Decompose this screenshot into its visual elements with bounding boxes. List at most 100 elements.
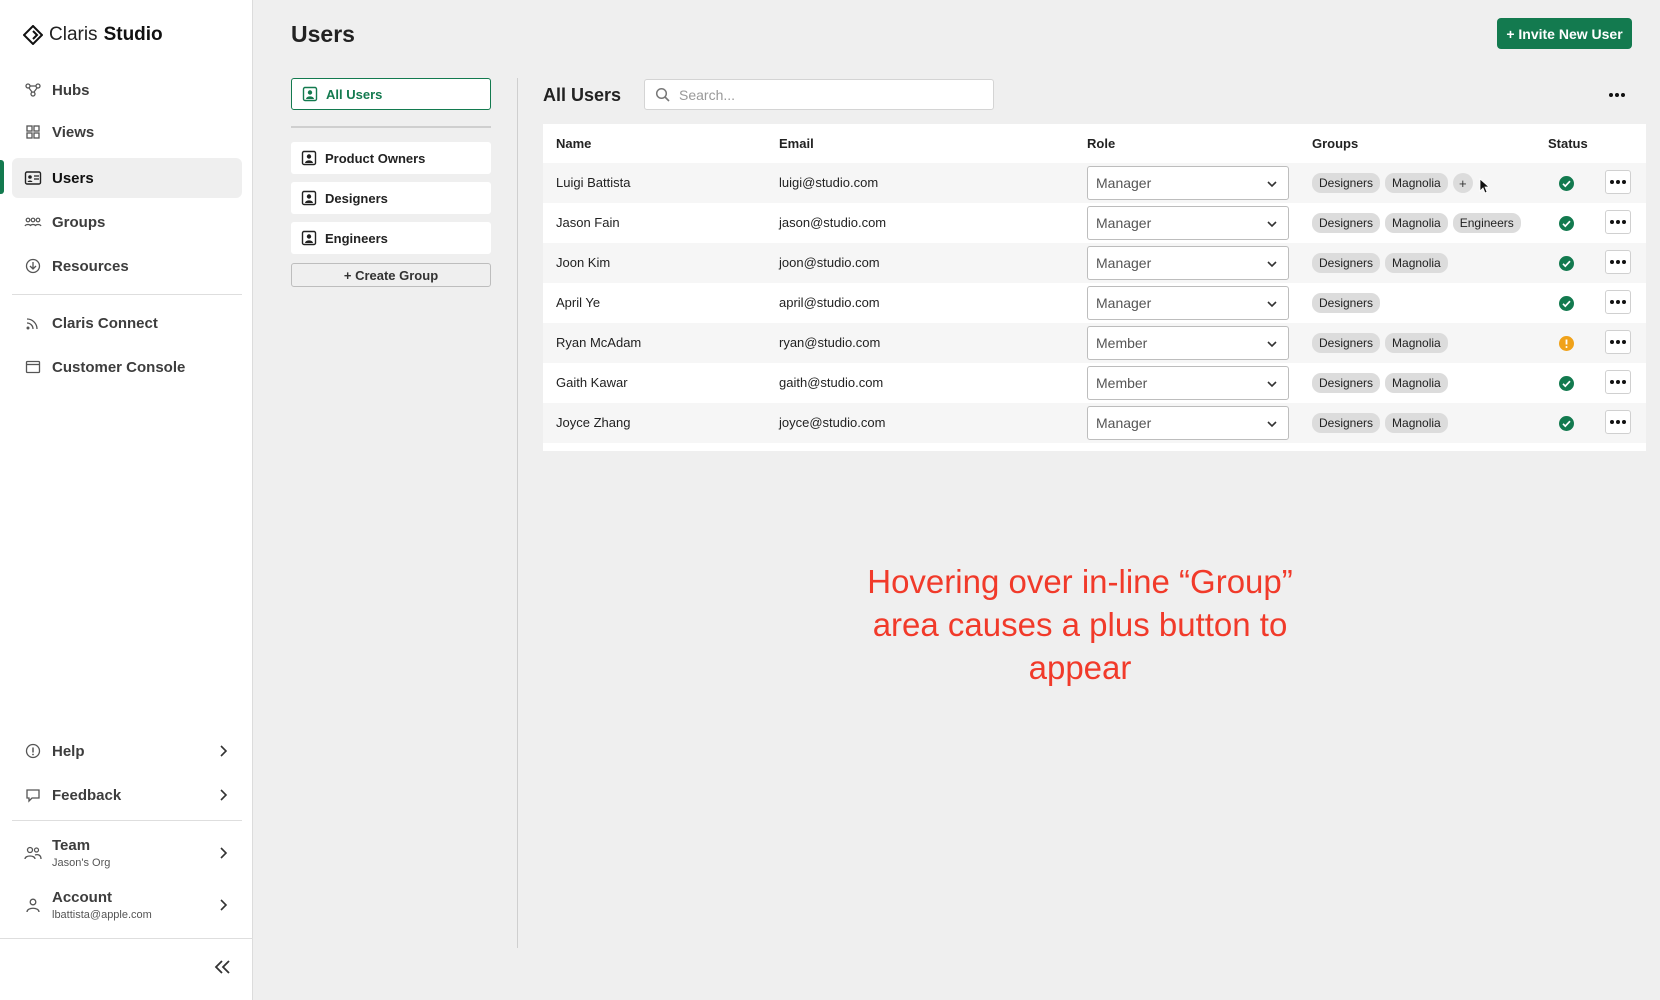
group-tags[interactable]: Designers Magnolia + bbox=[1312, 173, 1473, 193]
sidebar-item-views[interactable]: Views bbox=[12, 112, 242, 152]
group-tags[interactable]: Designers Magnolia bbox=[1312, 253, 1448, 273]
group-item-product-owners[interactable]: Product Owners bbox=[291, 142, 491, 174]
sidebar: Claris Studio Hubs Views Users Groups Res… bbox=[0, 0, 253, 1000]
group-tag[interactable]: Designers bbox=[1312, 413, 1381, 433]
column-header-groups[interactable]: Groups bbox=[1312, 136, 1358, 151]
row-more-button[interactable] bbox=[1605, 290, 1631, 314]
group-tags[interactable]: Designers Magnolia bbox=[1312, 333, 1448, 353]
create-group-button[interactable]: + Create Group bbox=[291, 263, 491, 287]
account-icon bbox=[24, 896, 42, 914]
role-value: Manager bbox=[1096, 215, 1152, 231]
table-row[interactable]: April Ye april@studio.com Manager Designers bbox=[543, 283, 1646, 323]
group-tag[interactable]: Engineers bbox=[1452, 213, 1521, 233]
user-name: Jason Fain bbox=[556, 215, 620, 230]
search-box[interactable] bbox=[644, 79, 994, 110]
brand-logo[interactable]: Claris Studio bbox=[23, 24, 163, 46]
group-tag[interactable]: Magnolia bbox=[1385, 413, 1448, 433]
sidebar-item-feedback[interactable]: Feedback bbox=[12, 775, 242, 815]
sidebar-item-claris-connect[interactable]: Claris Connect bbox=[12, 303, 242, 343]
user-card-icon bbox=[301, 230, 317, 246]
user-email: joyce@studio.com bbox=[779, 415, 886, 430]
sidebar-item-hubs[interactable]: Hubs bbox=[12, 70, 242, 110]
role-select[interactable]: Member bbox=[1087, 366, 1289, 400]
group-item-all-users[interactable]: All Users bbox=[291, 78, 491, 110]
chevron-down-icon bbox=[1267, 421, 1277, 428]
column-header-email[interactable]: Email bbox=[779, 136, 814, 151]
user-name: Luigi Battista bbox=[556, 175, 631, 190]
group-tag[interactable]: Magnolia bbox=[1385, 373, 1448, 393]
user-email: gaith@studio.com bbox=[779, 375, 884, 390]
sidebar-item-customer-console[interactable]: Customer Console bbox=[12, 347, 242, 387]
collapse-sidebar-icon[interactable] bbox=[212, 957, 234, 977]
search-input[interactable] bbox=[679, 86, 979, 103]
group-tag[interactable]: Designers bbox=[1312, 293, 1381, 313]
table-row[interactable]: Jason Fain jason@studio.com Manager Designe… bbox=[543, 203, 1646, 243]
group-tag[interactable]: Magnolia bbox=[1385, 213, 1448, 233]
chevron-right-icon bbox=[220, 789, 228, 801]
sidebar-item-team[interactable]: Team Jason's Org bbox=[12, 830, 242, 876]
status-active-icon bbox=[1559, 376, 1574, 391]
group-tags[interactable]: Designers Magnolia bbox=[1312, 413, 1448, 433]
group-tag[interactable]: Designers bbox=[1312, 373, 1381, 393]
role-select[interactable]: Manager bbox=[1087, 246, 1289, 280]
row-more-button[interactable] bbox=[1605, 410, 1631, 434]
role-value: Manager bbox=[1096, 295, 1152, 311]
row-more-button[interactable] bbox=[1605, 330, 1631, 354]
chevron-down-icon bbox=[1267, 261, 1277, 268]
ellipsis-icon bbox=[1610, 180, 1626, 184]
sidebar-item-resources[interactable]: Resources bbox=[12, 246, 242, 286]
group-tag[interactable]: Magnolia bbox=[1385, 333, 1448, 353]
group-tag[interactable]: Designers bbox=[1312, 333, 1381, 353]
column-header-role[interactable]: Role bbox=[1087, 136, 1115, 151]
sidebar-item-users[interactable]: Users bbox=[12, 158, 242, 198]
row-more-button[interactable] bbox=[1605, 250, 1631, 274]
group-tag[interactable]: Designers bbox=[1312, 213, 1381, 233]
group-tag[interactable]: Magnolia bbox=[1385, 253, 1448, 273]
sidebar-divider bbox=[0, 938, 253, 939]
active-indicator bbox=[0, 160, 4, 194]
groups-icon bbox=[24, 213, 42, 231]
group-tags[interactable]: Designers Magnolia bbox=[1312, 373, 1448, 393]
row-more-button[interactable] bbox=[1605, 210, 1631, 234]
brand-name-light: Claris bbox=[49, 24, 98, 45]
ellipsis-icon bbox=[1610, 380, 1626, 384]
group-tag[interactable]: Designers bbox=[1312, 253, 1381, 273]
invite-new-user-button[interactable]: + Invite New User bbox=[1497, 18, 1632, 49]
row-more-button[interactable] bbox=[1605, 370, 1631, 394]
table-row[interactable]: Joyce Zhang joyce@studio.com Manager Design… bbox=[543, 403, 1646, 443]
page-title: Users bbox=[291, 21, 355, 47]
row-more-button[interactable] bbox=[1605, 170, 1631, 194]
group-item-engineers[interactable]: Engineers bbox=[291, 222, 491, 254]
chevron-down-icon bbox=[1267, 341, 1277, 348]
more-options-button[interactable] bbox=[1604, 83, 1630, 107]
table-row[interactable]: Joon Kim joon@studio.com Manager Designers M… bbox=[543, 243, 1646, 283]
column-header-name[interactable]: Name bbox=[556, 136, 591, 151]
account-block: Account lbattista@apple.com bbox=[52, 889, 152, 921]
main-title: All Users bbox=[543, 85, 622, 105]
role-select[interactable]: Manager bbox=[1087, 286, 1289, 320]
group-tag[interactable]: Designers bbox=[1312, 173, 1381, 193]
column-header-status[interactable]: Status bbox=[1548, 136, 1588, 151]
users-table: Name Email Role Groups Status Luigi Batt… bbox=[543, 124, 1646, 451]
group-item-designers[interactable]: Designers bbox=[291, 182, 491, 214]
table-row[interactable]: Gaith Kawar gaith@studio.com Member Designe… bbox=[543, 363, 1646, 403]
user-email: jason@studio.com bbox=[779, 215, 887, 230]
user-name: Joon Kim bbox=[556, 255, 611, 270]
role-select[interactable]: Manager bbox=[1087, 206, 1289, 240]
ellipsis-icon bbox=[1609, 93, 1625, 97]
sidebar-item-account[interactable]: Account lbattista@apple.com bbox=[12, 882, 242, 928]
role-select[interactable]: Manager bbox=[1087, 406, 1289, 440]
sidebar-item-help[interactable]: Help bbox=[12, 731, 242, 771]
views-icon bbox=[24, 123, 42, 141]
sidebar-item-groups[interactable]: Groups bbox=[12, 202, 242, 242]
group-item-label: Designers bbox=[325, 190, 388, 206]
group-tag[interactable]: Magnolia bbox=[1385, 173, 1448, 193]
group-tags[interactable]: Designers bbox=[1312, 293, 1381, 313]
user-name: Ryan McAdam bbox=[556, 335, 642, 350]
add-group-button[interactable]: + bbox=[1452, 173, 1473, 193]
user-email: luigi@studio.com bbox=[779, 175, 879, 190]
role-select[interactable]: Manager bbox=[1087, 166, 1289, 200]
role-select[interactable]: Member bbox=[1087, 326, 1289, 360]
table-row[interactable]: Ryan McAdam ryan@studio.com Member Designer… bbox=[543, 323, 1646, 363]
group-tags[interactable]: Designers Magnolia Engineers bbox=[1312, 213, 1521, 233]
